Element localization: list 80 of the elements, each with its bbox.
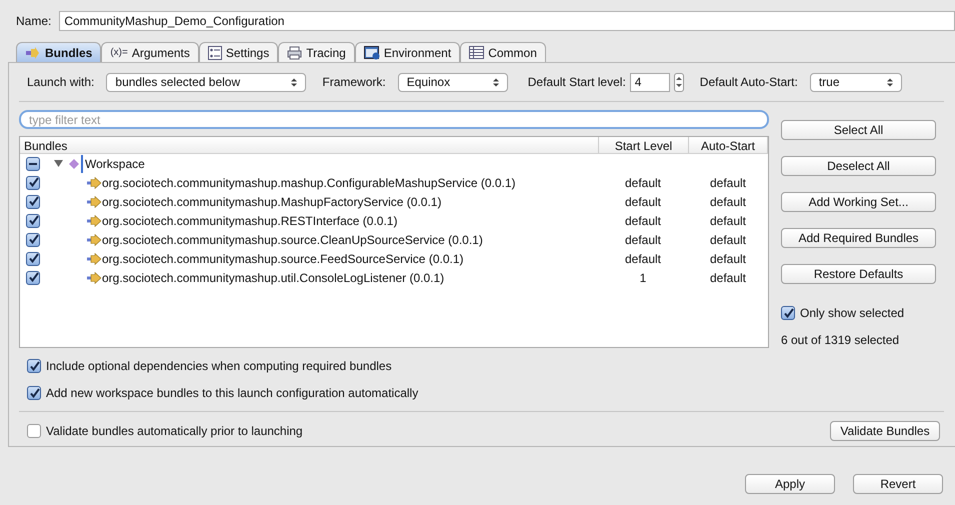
- table-icon: [469, 46, 484, 59]
- plugin-icon: [86, 196, 102, 208]
- auto-start-cell-text: default: [708, 194, 748, 210]
- push-button[interactable]: Deselect All: [781, 156, 936, 176]
- selection-count: 6 out of 1319 selected: [781, 332, 900, 349]
- name-label: Name:: [16, 13, 52, 30]
- start-level-cell-text: default: [624, 250, 662, 268]
- tab[interactable]: Environment: [354, 42, 460, 62]
- window-icon: [364, 46, 380, 60]
- auto-start-cell-text: default: [708, 174, 748, 192]
- start-level-cell-text: 1: [638, 270, 648, 286]
- bundle-name[interactable]: org.sociotech.communitymashup.util.ConsoleLogListener (0.0.1): [102, 268, 444, 286]
- auto-start-cell-text: default: [708, 212, 748, 230]
- plugin-icon: [25, 46, 41, 60]
- printer-icon: [287, 46, 302, 60]
- checkbox[interactable]: [27, 386, 41, 400]
- checkbox[interactable]: [26, 252, 40, 266]
- dropdown-arrows-icon: [492, 78, 499, 86]
- framework-dropdown[interactable]: Equinox: [398, 72, 508, 92]
- column-header[interactable]: Bundles: [20, 137, 598, 153]
- spinner[interactable]: [674, 72, 684, 92]
- tab[interactable]: (x)= Arguments: [101, 42, 199, 62]
- name-field[interactable]: CommunityMashup_Demo_Configuration: [59, 11, 955, 31]
- push-button[interactable]: Revert: [853, 474, 943, 494]
- checkbox[interactable]: [27, 359, 41, 373]
- auto-start-dropdown[interactable]: true: [810, 72, 902, 92]
- framework-label: Framework:: [322, 74, 386, 91]
- bundle-name[interactable]: org.sociotech.communitymashup.MashupFactoryService (0.0.1): [102, 192, 442, 210]
- checkbox[interactable]: [26, 194, 40, 208]
- tab[interactable]: Bundles: [16, 42, 102, 62]
- option-label: Include optional dependencies when computing required bundles: [46, 358, 392, 375]
- list-icon: [208, 46, 222, 60]
- push-button[interactable]: Apply: [745, 474, 835, 494]
- checkbox[interactable]: [26, 270, 40, 284]
- auto-start-cell-text: default: [708, 270, 748, 286]
- only-show-selected-label: Only show selected: [800, 305, 904, 322]
- option-label: Add new workspace bundles to this launch configuration automatically: [46, 385, 418, 402]
- column-header[interactable]: Auto-Start: [688, 137, 768, 153]
- plugin-icon: [86, 252, 102, 264]
- plugin-icon: [86, 176, 102, 188]
- variable-icon: (x)=: [110, 45, 128, 60]
- column-header[interactable]: Start Level: [598, 137, 688, 153]
- plugin-icon: [86, 214, 102, 226]
- push-button[interactable]: Add Working Set...: [781, 192, 936, 212]
- plugin-icon: [86, 272, 102, 284]
- checkbox[interactable]: [26, 156, 40, 170]
- bundle-name[interactable]: org.sociotech.communitymashup.mashup.ConfigurableMashupService (0.0.1): [102, 174, 516, 192]
- checkbox[interactable]: [26, 214, 40, 228]
- checkbox[interactable]: [26, 232, 40, 246]
- push-button[interactable]: Restore Defaults: [781, 264, 936, 284]
- filter-field[interactable]: type filter text: [19, 110, 769, 129]
- plugin-icon: [86, 234, 102, 246]
- launch-with-label: Launch with:: [27, 74, 94, 91]
- tab[interactable]: Settings: [198, 42, 278, 62]
- push-button[interactable]: Add Required Bundles: [781, 228, 936, 248]
- start-level-cell-text: default: [624, 174, 662, 192]
- bundle-name[interactable]: org.sociotech.communitymashup.source.CleanUpSourceService (0.0.1): [102, 230, 483, 248]
- tab[interactable]: Common: [460, 42, 546, 62]
- bundle-name[interactable]: org.sociotech.communitymashup.RESTInterface (0.0.1): [102, 212, 398, 230]
- push-button[interactable]: Validate Bundles: [830, 421, 940, 441]
- checkbox[interactable]: [26, 176, 40, 190]
- start-level-cell-text: default: [624, 232, 662, 248]
- tab[interactable]: Tracing: [278, 42, 355, 62]
- dropdown-arrows-icon: [886, 78, 893, 86]
- start-level-cell-text: default: [624, 194, 662, 210]
- checkbox[interactable]: [27, 424, 41, 438]
- start-level-field[interactable]: 4: [630, 72, 670, 92]
- diamond-icon: [69, 158, 79, 168]
- start-level-cell-text: default: [624, 212, 662, 230]
- checkbox[interactable]: [781, 306, 795, 320]
- validate-label: Validate bundles automatically prior to launching: [46, 423, 303, 440]
- bundle-name[interactable]: org.sociotech.communitymashup.source.FeedSourceService (0.0.1): [102, 250, 464, 268]
- auto-start-cell-text: default: [708, 250, 748, 268]
- push-button[interactable]: Select All: [781, 120, 936, 140]
- auto-start-cell-text: default: [708, 232, 748, 248]
- launch-with-dropdown[interactable]: bundles selected below: [106, 72, 306, 92]
- dropdown-arrows-icon: [291, 78, 298, 86]
- auto-start-label: Default Auto-Start:: [700, 74, 798, 91]
- start-level-label: Default Start level:: [528, 74, 626, 91]
- tree-item[interactable]: Workspace: [81, 154, 145, 172]
